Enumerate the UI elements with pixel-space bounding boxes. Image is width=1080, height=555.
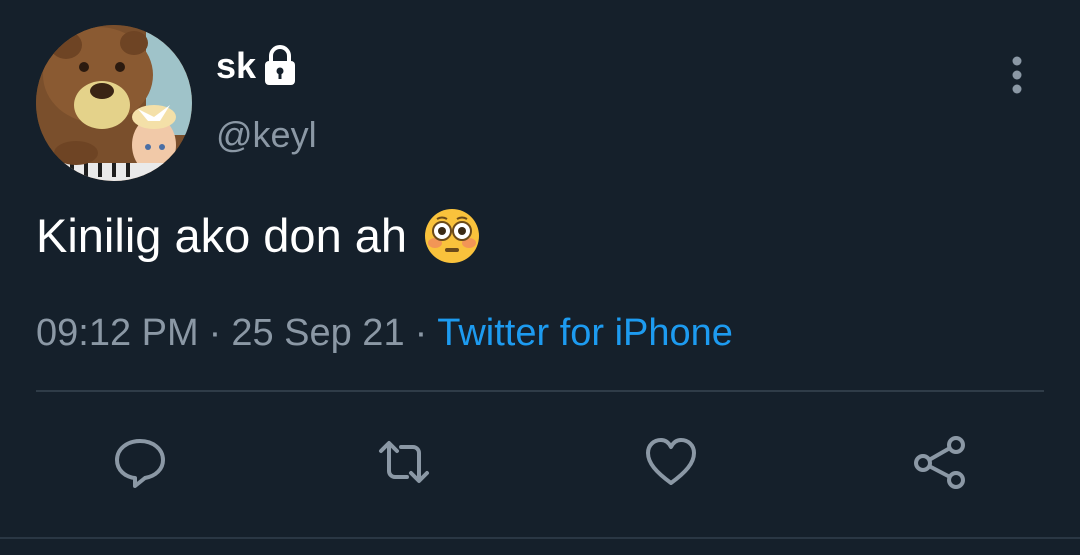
heart-icon <box>646 438 696 485</box>
share-icon <box>914 436 965 489</box>
tweet-meta: 09:12 PM · 25 Sep 21 · Twitter for iPhone <box>36 310 733 356</box>
bottom-divider <box>0 537 1080 539</box>
reply-icon <box>115 439 165 488</box>
tweet-time: 09:12 PM <box>36 312 199 354</box>
masha-bear-avatar-image <box>36 25 192 181</box>
retweet-icon <box>379 441 429 483</box>
like-button[interactable] <box>641 432 701 492</box>
user-handle[interactable]: @keyl <box>216 113 317 157</box>
display-name-row: sk <box>216 44 300 88</box>
tweet-text: Kinilig ako don ah <box>36 205 481 267</box>
separator-dot: · <box>414 312 428 354</box>
lock-icon <box>260 45 300 87</box>
tweet-date: 25 Sep 21 <box>231 312 405 354</box>
separator-dot: · <box>208 312 222 354</box>
display-name[interactable]: sk <box>216 44 256 88</box>
reply-button[interactable] <box>110 432 170 492</box>
flushed-face-emoji <box>423 207 481 265</box>
retweet-button[interactable] <box>374 432 434 492</box>
divider <box>36 390 1044 392</box>
avatar[interactable] <box>36 25 192 181</box>
share-button[interactable] <box>910 432 970 492</box>
more-options-icon[interactable] <box>1000 55 1034 95</box>
tweet-text-content: Kinilig ako don ah <box>36 209 408 262</box>
tweet-source-link[interactable]: Twitter for iPhone <box>437 312 733 354</box>
